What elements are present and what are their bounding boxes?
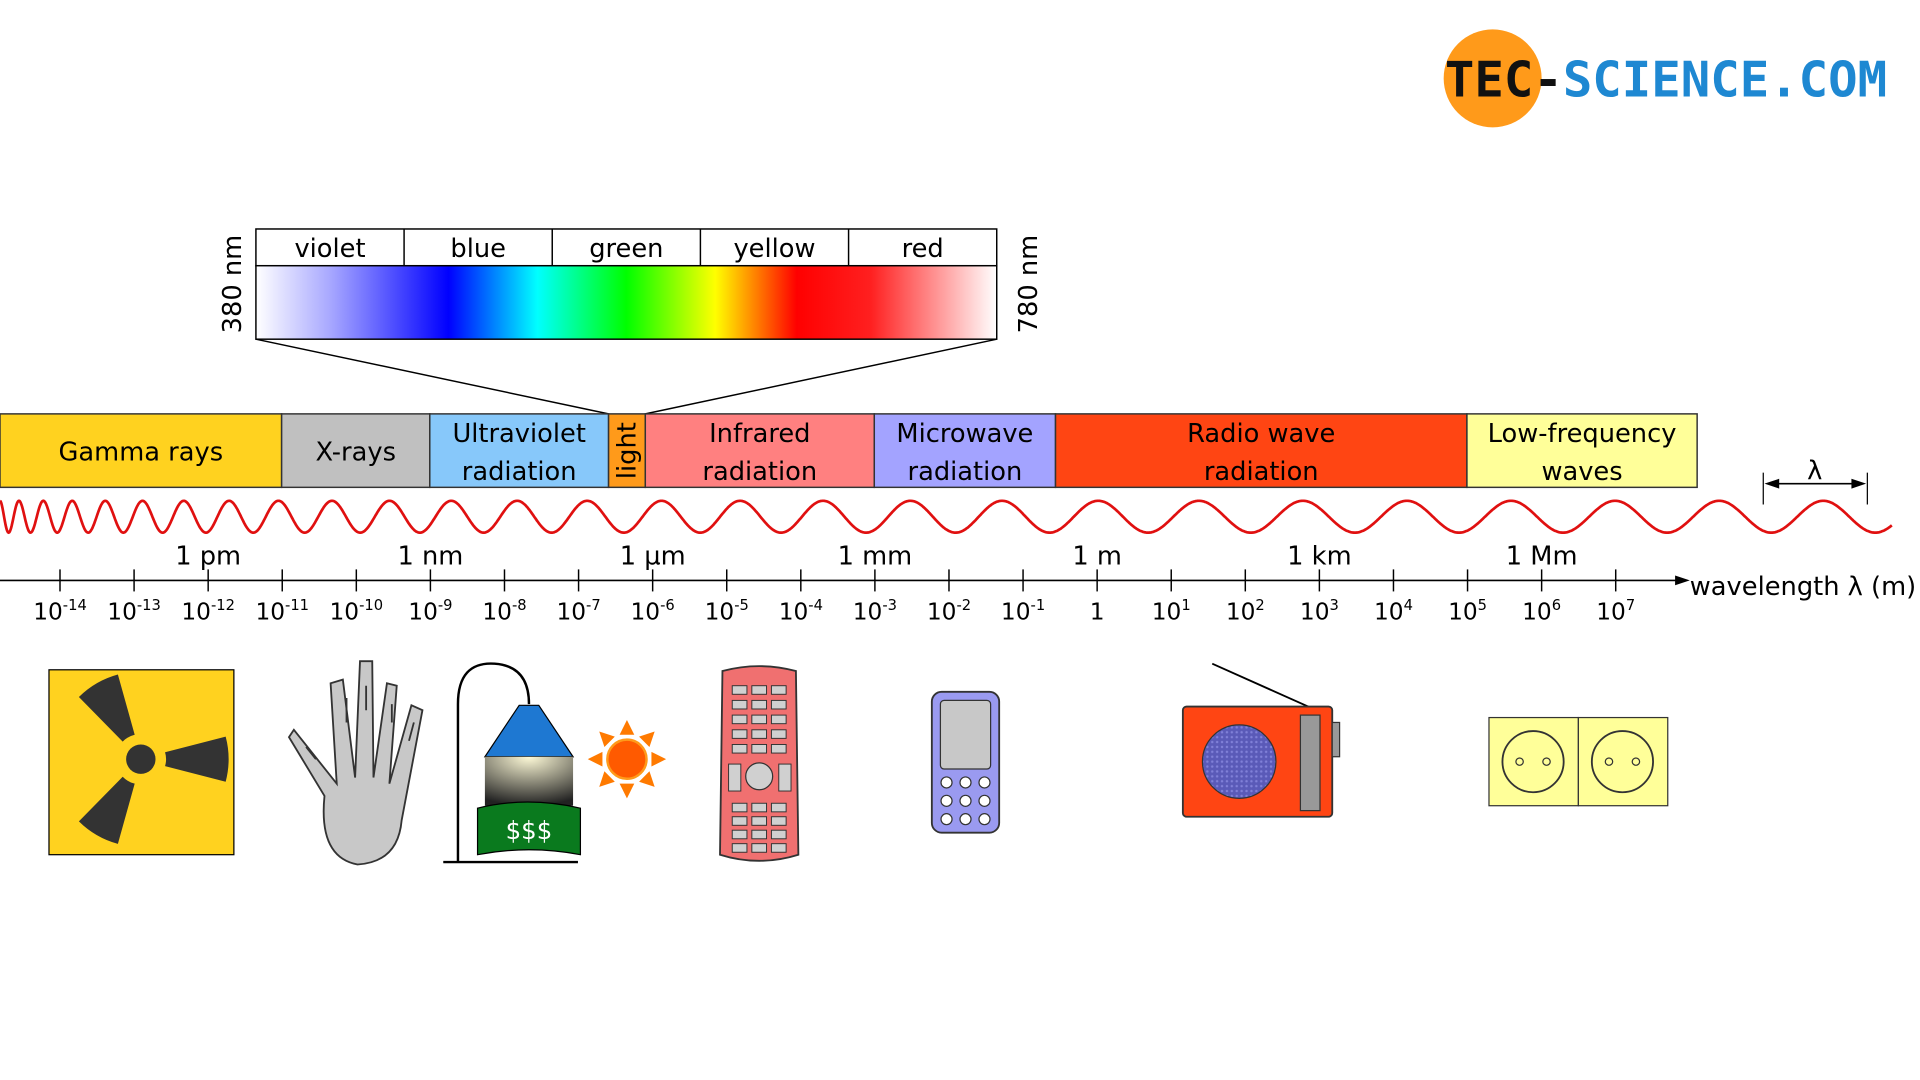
spectrum-bands: Gamma rays X-rays Ultraviolet radiation ligh… bbox=[0, 413, 1698, 489]
tick-label: 10-5 bbox=[705, 597, 749, 626]
tick-label: 10-8 bbox=[482, 597, 526, 626]
tick-label: 106 bbox=[1522, 597, 1561, 626]
tick-label: 10-2 bbox=[927, 597, 971, 626]
band-infrared: Infrared radiation bbox=[644, 413, 876, 489]
tick-label: 10-7 bbox=[556, 597, 600, 626]
tick-label: 104 bbox=[1374, 597, 1413, 626]
logo: TEC-SCIENCE.COM bbox=[1443, 29, 1887, 128]
band-label: light bbox=[613, 422, 643, 479]
band-radio-wave: Radio wave radiation bbox=[1054, 413, 1468, 489]
band-label: radiation bbox=[462, 457, 577, 487]
svg-text:TEC-SCIENCE.COM: TEC-SCIENCE.COM bbox=[1445, 52, 1887, 109]
visible-color-label: red bbox=[902, 234, 944, 264]
unit-label: 1 nm bbox=[397, 541, 463, 571]
tick-label: 105 bbox=[1448, 597, 1487, 626]
unit-label: 1 m bbox=[1072, 541, 1122, 571]
band-label: Microwave bbox=[896, 419, 1033, 449]
visible-color-label: blue bbox=[450, 234, 506, 264]
tick-label: 102 bbox=[1226, 597, 1265, 626]
tick-label: 10-1 bbox=[1001, 597, 1045, 626]
band-microwave: Microwave radiation bbox=[873, 413, 1057, 489]
band-ultraviolet: Ultraviolet radiation bbox=[429, 413, 610, 489]
band-label: Infrared bbox=[709, 419, 810, 449]
logo-text-blue: .COM bbox=[1769, 52, 1887, 109]
band-label: radiation bbox=[908, 457, 1023, 487]
visible-color-label: violet bbox=[294, 234, 365, 264]
radiation-icon bbox=[48, 669, 235, 856]
band-label: radiation bbox=[702, 457, 817, 487]
unit-label: 1 Mm bbox=[1506, 541, 1578, 571]
band-label: Radio wave bbox=[1187, 419, 1335, 449]
band-light: light bbox=[607, 413, 647, 489]
band-label: waves bbox=[1541, 457, 1622, 487]
unit-label: 1 mm bbox=[838, 541, 913, 571]
mobile-phone-icon bbox=[930, 690, 1001, 834]
band-label: Low-frequency bbox=[1488, 419, 1677, 449]
unit-label: 1 µm bbox=[620, 541, 686, 571]
tick-label: 103 bbox=[1300, 597, 1339, 626]
lambda-marker: λ bbox=[1762, 456, 1868, 505]
band-label: Ultraviolet bbox=[452, 419, 585, 449]
hand-xray-icon bbox=[287, 660, 424, 866]
visible-gradient bbox=[255, 264, 998, 340]
tick-label: 10-9 bbox=[408, 597, 452, 626]
remote-control-icon bbox=[719, 665, 800, 862]
band-gamma-rays: Gamma rays bbox=[0, 413, 283, 489]
tick-label: 10-4 bbox=[779, 597, 823, 626]
visible-spectrum: violet blue green yellow red 380 nm 780 nm bbox=[218, 228, 1044, 415]
tick-label: 10-13 bbox=[107, 597, 161, 626]
tick-label: 10-6 bbox=[631, 597, 675, 626]
start-wavelength-label: 380 nm bbox=[218, 235, 248, 334]
tick-label: 10-10 bbox=[330, 597, 384, 626]
lamp-banner-text: $$$ bbox=[506, 816, 553, 845]
tick-label: 10-14 bbox=[33, 597, 87, 626]
tanning-lamp-icon: $$$ bbox=[443, 662, 582, 864]
end-wavelength-label: 780 nm bbox=[1014, 235, 1044, 334]
logo-text-mid: SCIENCE bbox=[1563, 52, 1769, 109]
tick-label: 1 bbox=[1090, 599, 1105, 626]
sun-icon bbox=[587, 720, 667, 799]
band-low-frequency: Low-frequency waves bbox=[1466, 413, 1698, 489]
axis-label: wavelength λ (m) bbox=[1690, 572, 1916, 602]
power-socket-icon bbox=[1488, 716, 1669, 807]
wavelength-axis: wavelength λ (m) 10-14 10-13 10-12 10-11 10-… bbox=[0, 541, 1916, 626]
band-label: Gamma rays bbox=[59, 437, 224, 467]
logo-text-dark: TEC- bbox=[1445, 52, 1563, 109]
tick-label: 107 bbox=[1596, 597, 1635, 626]
band-x-rays: X-rays bbox=[280, 413, 431, 489]
visible-color-label: green bbox=[589, 234, 663, 264]
band-label: radiation bbox=[1204, 457, 1319, 487]
electromagnetic-spectrum-diagram: TEC-SCIENCE.COM violet blue green yellow red… bbox=[0, 29, 1916, 866]
lambda-label: λ bbox=[1807, 456, 1822, 486]
unit-label: 1 km bbox=[1287, 541, 1351, 571]
radio-icon bbox=[1181, 662, 1341, 818]
tick-label: 10-11 bbox=[255, 597, 309, 626]
tick-label: 10-3 bbox=[853, 597, 897, 626]
tick-label: 10-12 bbox=[181, 597, 235, 626]
wave-curve bbox=[0, 499, 1893, 535]
band-label: X-rays bbox=[315, 437, 396, 467]
visible-color-label: yellow bbox=[733, 234, 815, 264]
unit-label: 1 pm bbox=[175, 541, 241, 571]
tick-label: 101 bbox=[1152, 597, 1191, 626]
